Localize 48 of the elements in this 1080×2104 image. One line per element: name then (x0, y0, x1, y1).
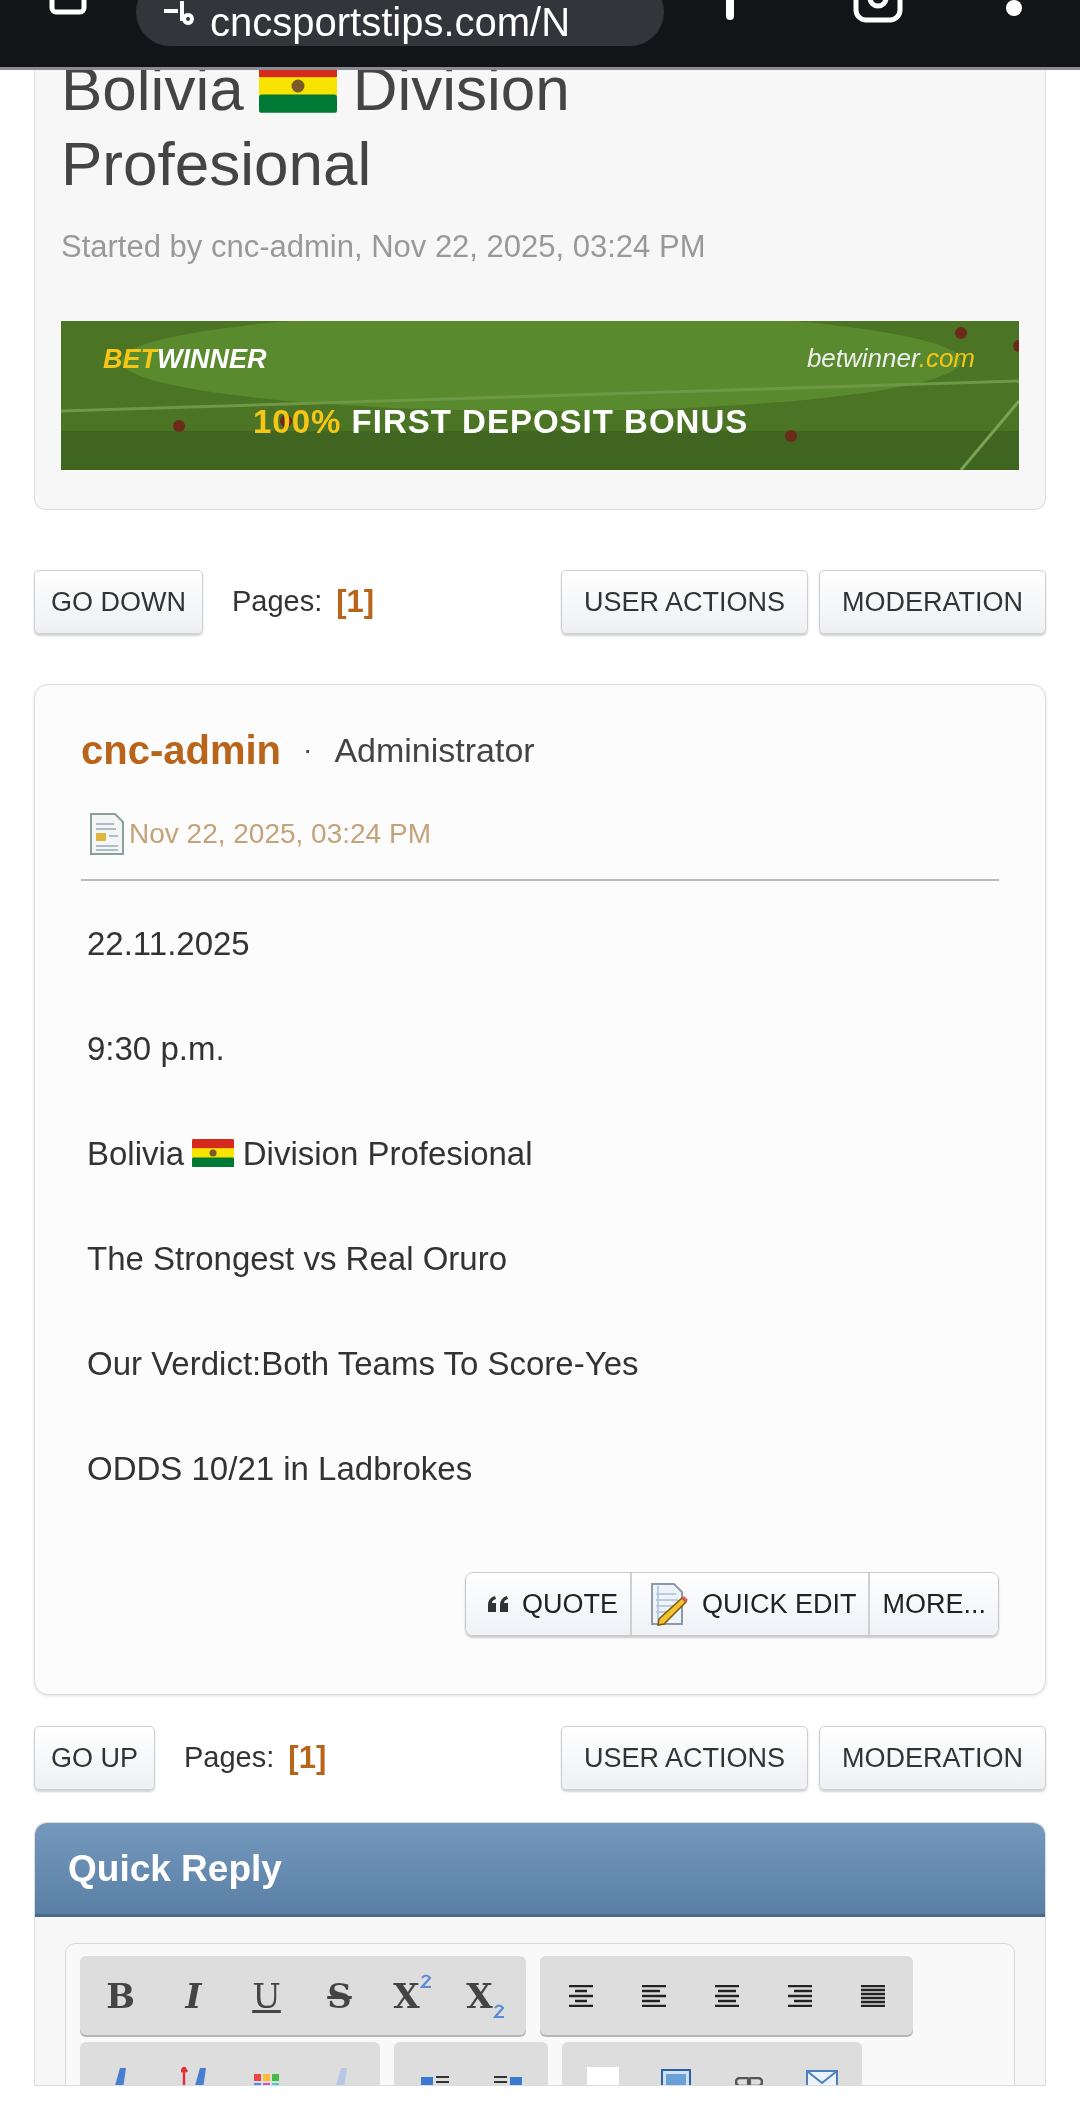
notepad-pencil-icon (649, 1582, 690, 1626)
quote-button[interactable]: QUOTE (465, 1573, 630, 1635)
post-text-line: Bolivia Division Profesional (87, 1133, 533, 1174)
quote-icon (487, 1596, 510, 1612)
bolivia-flag-icon (192, 1138, 235, 1167)
left-icon (641, 1984, 666, 2007)
pages-label: Pages: (232, 584, 323, 620)
jump-button[interactable]: GO DOWN (34, 570, 203, 634)
sub-button[interactable]: X (449, 1965, 522, 2026)
banner-site: betwinner.com (806, 342, 975, 375)
post-text-line: ODDS 10/21 in Ladbrokes (87, 1448, 473, 1489)
url-text: cncsportstips.com/N (210, 0, 571, 46)
two-icon (492, 2003, 505, 2018)
post-text-line: 22.11.2025 (87, 923, 250, 964)
menu-button[interactable]: MODERATION (819, 1726, 1046, 1790)
jump-button[interactable]: GO UP (34, 1726, 155, 1790)
banner-logo: BETWINNER (103, 343, 267, 376)
address-bar[interactable]: cncsportstips.com/N (136, 0, 664, 46)
center-icon (714, 1984, 739, 2007)
italic-button[interactable]: I (157, 1965, 230, 2026)
author-link[interactable]: cnc-admin (81, 720, 282, 780)
menu-button[interactable]: USER ACTIONS (560, 570, 808, 634)
separator-dot: · (303, 733, 313, 767)
quick-reply-header[interactable]: Quick Reply (35, 1823, 1045, 1917)
link-icon (734, 2076, 763, 2085)
bold-button[interactable]: B (84, 1965, 157, 2026)
page-link[interactable]: [1] (288, 1734, 327, 1782)
edit-button[interactable]: QUICK EDIT (629, 1573, 869, 1635)
justify-icon (860, 1984, 885, 2007)
sup-button[interactable]: X (376, 1965, 449, 2026)
post-text-line: The Strongest vs Real Oruro (87, 1238, 507, 1279)
menu-button[interactable]: USER ACTIONS (560, 1726, 808, 1790)
member-role: Administrator (334, 729, 535, 771)
topic-started-info: Started by cnc-admin, Nov 22, 2025, 03:24 PM (61, 228, 707, 266)
menu-button[interactable]: MODERATION (819, 570, 1046, 634)
post-text-line: 9:30 p.m. (87, 1028, 225, 1069)
two-icon (419, 1973, 432, 1988)
document-icon (89, 812, 125, 856)
pages-label: Pages: (184, 1740, 275, 1776)
banner-offer: 100% FIRST DEPOSIT BONUS (253, 402, 749, 442)
palette-icon (254, 2073, 279, 2085)
ad-banner[interactable]: BETWINNER betwinner.com 100% FIRST DEPOSIT BONUS (61, 321, 1019, 470)
more-button[interactable]: MORE... (868, 1573, 998, 1635)
page-link[interactable]: [1] (336, 578, 375, 626)
strike-button[interactable]: S (303, 1965, 376, 2026)
right-icon (787, 1984, 812, 2007)
post-text-line: Our Verdict:Both Teams To Score-Yes (87, 1343, 639, 1384)
underline-button[interactable]: U (230, 1965, 303, 2026)
